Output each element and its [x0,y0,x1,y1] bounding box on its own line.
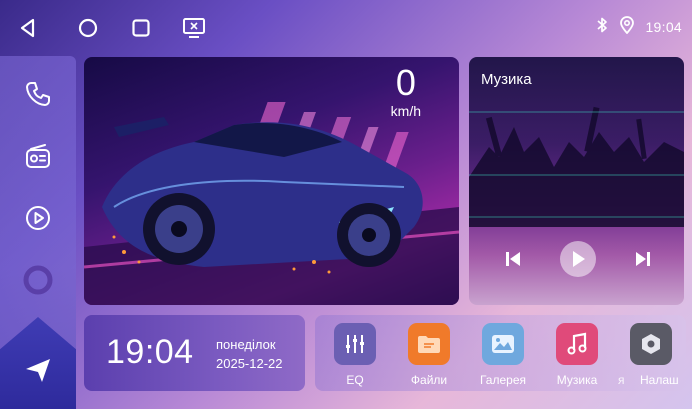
bluetooth-icon [595,16,609,38]
recents-icon[interactable] [127,14,155,42]
clock-widget[interactable]: 19:04 понеділок 2025-12-22 [84,315,305,391]
app-eq-label: EQ [346,373,364,387]
music-title: Музика [481,71,532,88]
app-settings[interactable]: Налаш [624,323,679,389]
clock-time: 19:04 [106,333,194,371]
speedometer: 0 km/h [390,62,421,120]
speed-unit: km/h [390,103,421,119]
location-icon [619,16,635,38]
app-settings-label: Налаш [640,373,679,387]
back-icon[interactable] [14,14,42,42]
ring-icon[interactable] [20,262,56,298]
phone-icon[interactable] [20,76,56,112]
next-icon[interactable] [631,247,655,271]
app-gallery-label: Галерея [479,373,527,387]
app-files-label: Файли [410,373,448,387]
app-eq[interactable]: EQ [328,323,382,389]
clock-date: 2025-12-22 [216,356,283,371]
previous-icon[interactable] [501,247,525,271]
settings-icon [630,323,672,365]
sidebar [0,56,76,409]
status-bar: 19:04 [0,0,692,56]
app-files[interactable]: Файли [402,323,456,389]
play-icon[interactable] [560,241,596,277]
gallery-icon [482,323,524,365]
app-music[interactable]: Музика [550,323,604,389]
speed-value: 0 [395,62,416,103]
equalizer-icon [334,323,376,365]
play-icon[interactable] [20,200,56,236]
app-music-label: Музика [556,373,598,387]
folder-icon [408,323,450,365]
app-gallery[interactable]: Галерея [476,323,530,389]
radio-icon[interactable] [20,139,56,175]
home-icon[interactable] [74,14,102,42]
clock-day: понеділок [216,337,276,352]
apps-dock: EQ Файли Галерея Музика я Налаш [315,315,686,391]
music-card[interactable]: Музика [469,57,684,305]
status-time: 19:04 [645,19,682,35]
screen-mirror-icon[interactable] [180,14,208,42]
speedometer-card[interactable]: 0 km/h [84,57,459,305]
music-note-icon [556,323,598,365]
navigation-icon[interactable] [20,352,56,388]
